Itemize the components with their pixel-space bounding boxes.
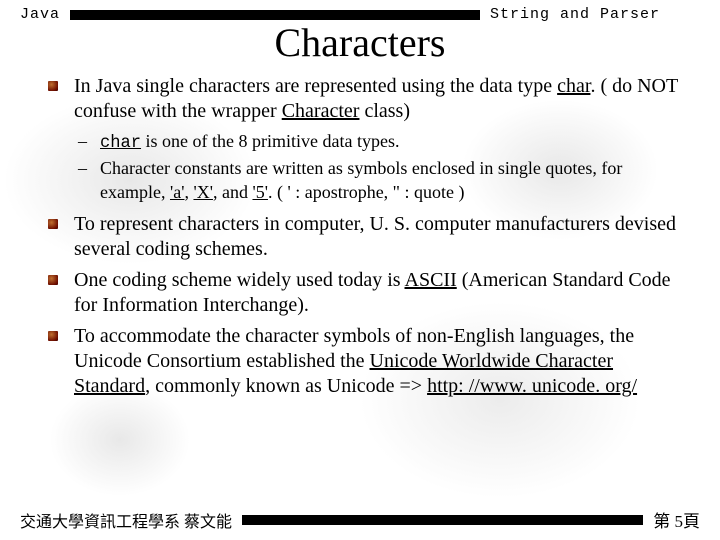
text: In Java single characters are represente… (74, 75, 557, 97)
underline-5: '5' (252, 182, 268, 202)
header: Java String and Parser Characters (0, 0, 720, 66)
text: class) (359, 100, 410, 122)
page-title: Characters (20, 19, 700, 66)
text: is one of the 8 primitive data types. (141, 131, 399, 151)
content: In Java single characters are represente… (0, 74, 720, 399)
underline-ascii: ASCII (405, 269, 457, 291)
header-bar (70, 10, 480, 20)
text: , commonly known as Unicode => (145, 375, 427, 397)
underline-char: char (557, 75, 590, 97)
sublist: char is one of the 8 primitive data type… (96, 130, 690, 204)
header-right: String and Parser (490, 6, 660, 23)
bullet-item: To represent characters in computer, U. … (70, 212, 690, 262)
unicode-link[interactable]: http: //www. unicode. org/ (427, 375, 637, 397)
underline-x: 'X' (193, 182, 213, 202)
sub-item: char is one of the 8 primitive data type… (96, 130, 690, 155)
text: . ( ' : apostrophe, " : quote ) (268, 182, 465, 202)
footer-bar (242, 515, 643, 525)
bullet-item: One coding scheme widely used today is A… (70, 268, 690, 318)
text: To represent characters in computer, U. … (74, 213, 676, 260)
text: , and (213, 182, 253, 202)
bullet-item: In Java single characters are represente… (70, 74, 690, 124)
footer: 交通大學資訊工程學系 蔡文能 第 5頁 (0, 507, 720, 532)
sub-item: Character constants are written as symbo… (96, 157, 690, 204)
header-left: Java (20, 6, 60, 23)
bullet-item: To accommodate the character symbols of … (70, 324, 690, 399)
underline-a: 'a' (170, 182, 184, 202)
footer-left: 交通大學資訊工程學系 蔡文能 (20, 508, 232, 532)
footer-page: 第 5頁 (653, 507, 700, 532)
underline-char-mono: char (100, 134, 141, 153)
text: One coding scheme widely used today is (74, 269, 405, 291)
underline-character: Character (282, 100, 360, 122)
